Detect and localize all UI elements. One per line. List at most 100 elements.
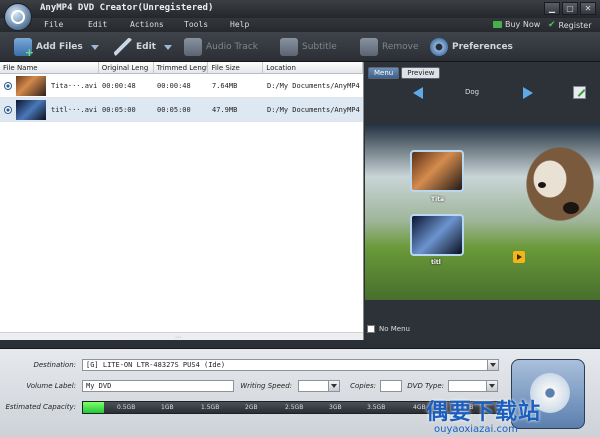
register-label: Register (558, 20, 592, 30)
play-icon[interactable] (513, 251, 525, 263)
file-location: D:/My Documents/AnyMP4 V··· (267, 105, 362, 114)
horizontal-scrollbar[interactable]: ⋯ (0, 332, 363, 341)
chevron-down-icon[interactable] (487, 360, 498, 370)
video-thumbnail (16, 75, 46, 96)
file-list-panel: File Name Original Leng Trimmed Lengt Fi… (0, 62, 364, 341)
row-radio[interactable] (4, 105, 12, 114)
dvd-type-select[interactable] (448, 380, 498, 392)
writing-speed-label: Writing Speed: (240, 382, 292, 390)
menu-preview-image: Tita titl (365, 124, 600, 300)
capacity-tick: 0.5GB (117, 404, 136, 411)
subtitle-icon (280, 38, 298, 56)
watermark-url: ouyaoxiazai.com (434, 424, 518, 435)
menu-edit[interactable]: Edit (88, 20, 107, 29)
capacity-tick: 1GB (161, 404, 174, 411)
dvd-type-label: DVD Type: (407, 382, 444, 390)
volume-label: Volume Label: (26, 382, 76, 390)
watermark-text: 偶要下载站 (426, 400, 542, 425)
window-controls: ▁ ▢ ✕ (544, 2, 596, 15)
dog-nose (563, 202, 579, 214)
chevron-down-icon[interactable] (486, 381, 497, 391)
col-file-size[interactable]: File Size (208, 62, 264, 73)
magic-wand-icon (114, 38, 132, 56)
watermark: 偶要下载站 ouyaoxiazai.com (380, 394, 600, 437)
file-name: Tita···.avi (51, 81, 98, 90)
file-name: titl···.avi (51, 105, 98, 114)
destination-select[interactable]: [G] LITE-ON LTR-48327S PUS4 (Ide) (82, 359, 499, 371)
subtitle-label: Subtitle (302, 42, 337, 52)
copies-input[interactable] (380, 380, 402, 392)
remove-button[interactable]: Remove (360, 37, 419, 57)
capacity-tick: 2.5GB (285, 404, 304, 411)
trimmed-length: 00:05:00 (157, 105, 191, 114)
destination-value: [G] LITE-ON LTR-48327S PUS4 (Ide) (86, 361, 226, 369)
capacity-label: Estimated Capacity: (5, 403, 76, 411)
app-title: AnyMP4 DVD Creator(Unregistered) (40, 3, 214, 13)
audio-track-button[interactable]: Audio Track (184, 37, 258, 57)
add-files-label: Add Files (36, 42, 83, 52)
menu-preview-panel: Menu Preview Dog Tita titl No Menu (365, 62, 600, 340)
add-files-dropdown-icon[interactable] (90, 44, 99, 50)
file-list-header: File Name Original Leng Trimmed Lengt Fi… (0, 62, 364, 74)
table-row[interactable]: titl···.avi 00:05:00 00:05:00 47.9MB D:/… (0, 98, 363, 122)
close-button[interactable]: ✕ (580, 2, 596, 15)
edit-menu-icon[interactable] (573, 86, 586, 99)
capacity-tick: 2GB (245, 404, 258, 411)
edit-button[interactable]: Edit (114, 37, 172, 57)
restore-button[interactable]: ▢ (562, 2, 578, 15)
preferences-button[interactable]: Preferences (430, 37, 513, 57)
preferences-label: Preferences (452, 42, 513, 52)
menu-tools[interactable]: Tools (184, 20, 208, 29)
menu-help[interactable]: Help (230, 20, 249, 29)
chapter-label-1: Tita (431, 196, 445, 203)
app-logo-icon (4, 3, 32, 31)
row-radio[interactable] (4, 81, 12, 90)
chevron-down-icon[interactable] (328, 381, 339, 391)
menu-actions[interactable]: Actions (130, 20, 164, 29)
capacity-tick: 1.5GB (201, 404, 220, 411)
subtitle-button[interactable]: Subtitle (280, 37, 337, 57)
edit-label: Edit (136, 42, 156, 52)
copies-label: Copies: (350, 382, 376, 390)
volume-label-input[interactable]: My DVD (82, 380, 234, 392)
register-link[interactable]: ✔ Register (548, 20, 591, 30)
next-template-icon[interactable] (523, 87, 533, 99)
no-menu-option[interactable]: No Menu (367, 325, 410, 333)
buy-now-link[interactable]: Buy Now (493, 20, 540, 29)
chapter-thumbnail-1[interactable] (410, 150, 464, 192)
table-row[interactable]: Tita···.avi 00:00:48 00:00:48 7.64MB D:/… (0, 74, 363, 98)
col-location[interactable]: Location (263, 62, 364, 73)
tab-menu[interactable]: Menu (368, 67, 400, 79)
template-nav: Dog (365, 84, 600, 102)
toolbar: Add Files Edit Audio Track Subtitle Remo… (0, 32, 600, 62)
edit-dropdown-icon[interactable] (163, 44, 172, 50)
audio-track-icon (184, 38, 202, 56)
remove-icon (360, 38, 378, 56)
add-files-icon (14, 38, 34, 59)
destination-label: Destination: (33, 361, 76, 369)
scroll-grip[interactable]: ⋯ (175, 334, 181, 341)
check-icon: ✔ (548, 20, 556, 30)
capacity-used-fill (83, 402, 104, 413)
col-original-length[interactable]: Original Leng (99, 62, 154, 73)
cart-icon (493, 21, 502, 28)
capacity-tick: 3GB (329, 404, 342, 411)
menu-file[interactable]: File (44, 20, 63, 29)
file-size: 7.64MB (212, 81, 238, 90)
preview-tabs: Menu Preview (368, 67, 441, 79)
add-files-button[interactable]: Add Files (14, 37, 99, 59)
buy-now-label: Buy Now (505, 20, 541, 29)
dog-eye (538, 182, 546, 188)
col-trimmed-length[interactable]: Trimmed Lengt (154, 62, 209, 73)
remove-label: Remove (382, 42, 419, 52)
no-menu-label: No Menu (379, 325, 410, 333)
tab-preview[interactable]: Preview (401, 67, 441, 79)
chapter-thumbnail-2[interactable] (410, 214, 464, 256)
chapter-label-2: titl (431, 259, 441, 266)
minimize-button[interactable]: ▁ (544, 2, 560, 15)
col-file-name[interactable]: File Name (0, 62, 99, 73)
menu-bar: File Edit Actions Tools Help Buy Now ✔ R… (0, 18, 600, 32)
previous-template-icon[interactable] (413, 87, 423, 99)
no-menu-checkbox[interactable] (367, 325, 375, 333)
writing-speed-select[interactable] (298, 380, 340, 392)
